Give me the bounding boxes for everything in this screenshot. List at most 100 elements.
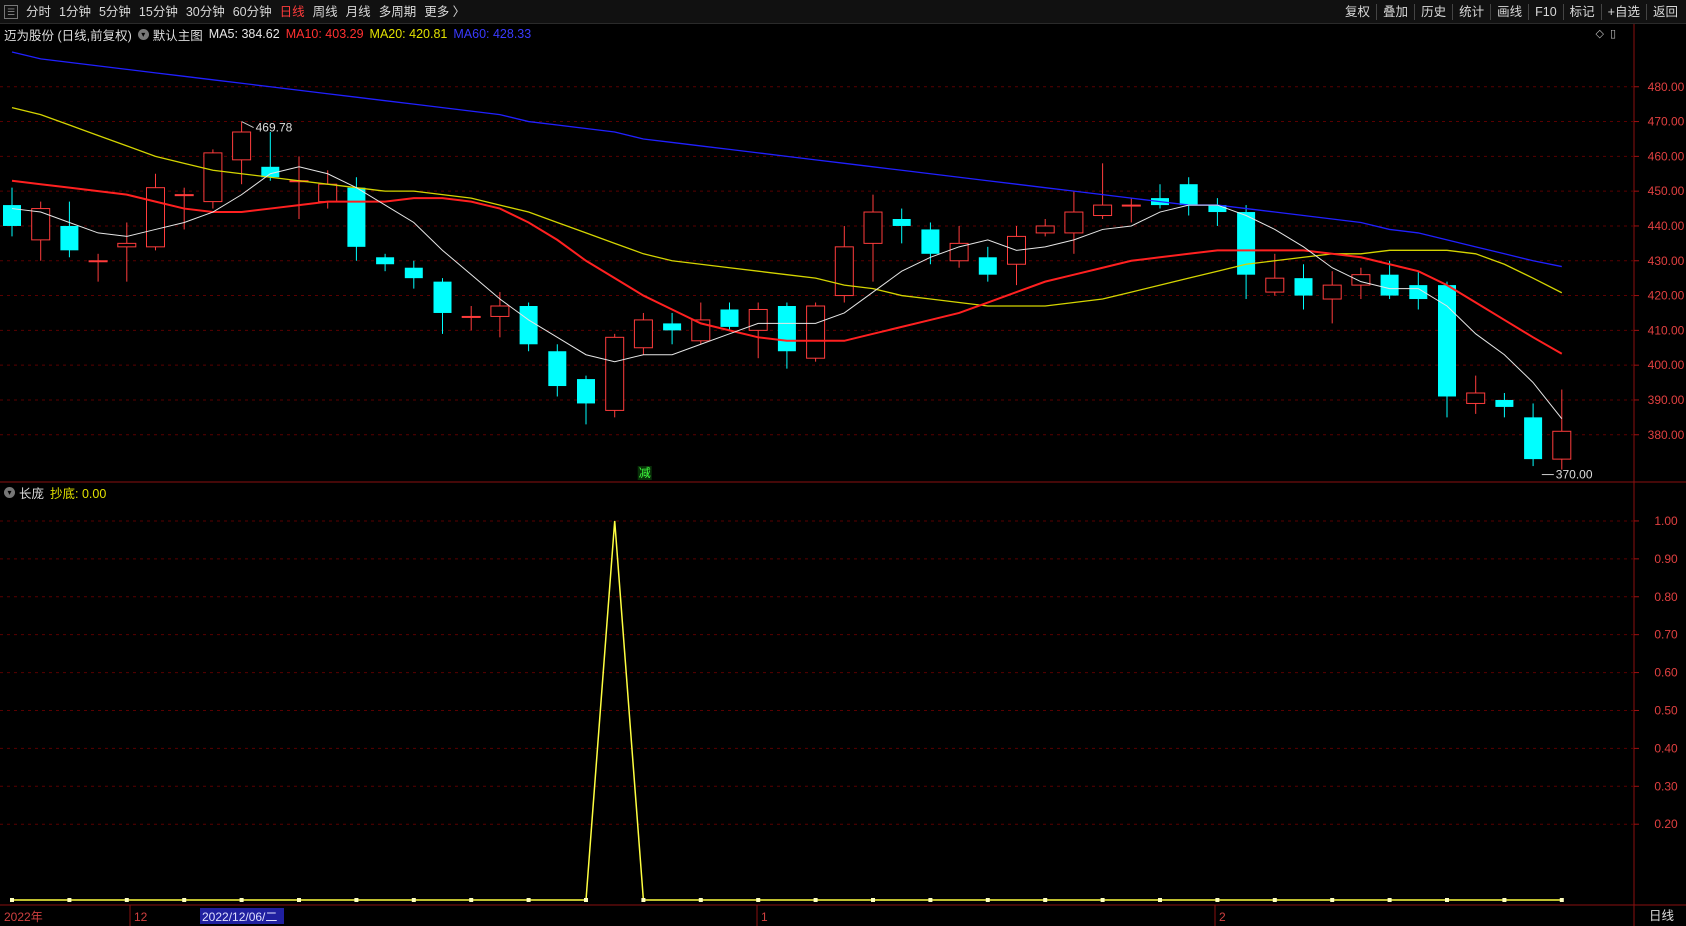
period-tab[interactable]: 1分钟 — [55, 0, 95, 24]
divider — [1562, 4, 1564, 20]
price-tick-label: 450.00 — [1648, 184, 1685, 198]
tool-button[interactable]: F10 — [1531, 0, 1561, 24]
divider — [1490, 4, 1492, 20]
indicator-dot — [239, 898, 244, 902]
indicator-dot — [182, 898, 187, 902]
candle-up — [949, 242, 969, 262]
time-axis-label: 2022年 — [4, 910, 43, 924]
indicator-dot — [641, 898, 646, 902]
tool-button[interactable]: 返回 — [1649, 0, 1682, 24]
menu-icon[interactable]: ☰ — [4, 5, 18, 19]
indicator-tick-label: 0.30 — [1654, 779, 1678, 793]
indicator-dot — [1215, 898, 1220, 902]
ma5-value: MA5: 384.62 — [208, 27, 280, 41]
indicator-dot — [1272, 898, 1277, 902]
indicator-tick-label: 0.50 — [1654, 703, 1678, 717]
high-annotation: 469.78 — [256, 121, 293, 135]
candle-down — [1524, 417, 1543, 460]
signal-label: 减 — [639, 466, 651, 480]
tool-button[interactable]: 画线 — [1493, 0, 1526, 24]
chevron-down-icon[interactable]: ▾ — [137, 28, 149, 40]
diamond-icon[interactable]: ◇ — [1595, 27, 1603, 40]
indicator-tick-label: 0.90 — [1654, 552, 1678, 566]
chevron-down-icon[interactable]: ▾ — [4, 486, 15, 498]
indicator-dot — [813, 898, 818, 902]
candle-up — [863, 211, 883, 244]
indicator-dot — [469, 898, 474, 902]
period-tab[interactable]: 30分钟 — [182, 0, 229, 24]
candle-up — [1552, 430, 1572, 460]
candle-up — [1064, 211, 1084, 234]
candle-up — [806, 305, 826, 359]
period-tab[interactable]: 5分钟 — [95, 0, 135, 24]
tool-button[interactable]: 叠加 — [1379, 0, 1412, 24]
tool-button[interactable]: 历史 — [1417, 0, 1450, 24]
candle-up — [232, 131, 252, 161]
indicator-dot — [1043, 898, 1048, 902]
panel-controls: ◇ ▯ — [1595, 27, 1616, 40]
indicator-dot — [1445, 898, 1449, 902]
tool-button[interactable]: 统计 — [1455, 0, 1488, 24]
time-axis-label: 1 — [761, 910, 768, 924]
indicator-dot — [1330, 898, 1335, 902]
ma-info-bar: 迈为股份 (日线,前复权) ▾ 默认主图 MA5: 384.62 MA10: 4… — [0, 25, 537, 43]
candle-down — [777, 306, 796, 352]
candle-up — [1121, 204, 1141, 207]
period-tab[interactable]: 周线 — [309, 0, 342, 24]
divider — [1414, 4, 1416, 20]
period-tabs: ☰ 分时 1分钟 5分钟 15分钟 30分钟 60分钟 日线 周线 月线 多周期 更多 〉 — [4, 0, 469, 24]
main-chart-label[interactable]: 默认主图 — [153, 25, 203, 44]
candle-down — [892, 219, 911, 226]
time-axis-label: 12 — [134, 910, 148, 924]
divider — [1376, 4, 1378, 20]
price-tick-label: 460.00 — [1648, 149, 1685, 163]
candle-up — [117, 242, 137, 248]
indicator-name[interactable]: 长庞 — [19, 483, 44, 502]
indicator-dot — [1502, 898, 1507, 902]
divider — [1645, 4, 1647, 20]
candle-up — [88, 260, 108, 263]
period-tab[interactable]: 15分钟 — [135, 0, 182, 24]
candle-up — [1265, 277, 1285, 293]
tool-button[interactable]: 标记 — [1566, 0, 1599, 24]
divider — [1528, 4, 1530, 20]
candle-up — [490, 305, 510, 317]
period-label[interactable]: 日线 — [1649, 905, 1674, 924]
maximize-icon[interactable]: ▯ — [1610, 27, 1616, 40]
time-axis-label: 2 — [1219, 910, 1226, 924]
tool-button[interactable]: +自选 — [1604, 0, 1644, 24]
period-tab[interactable]: 分时 — [22, 0, 55, 24]
price-tick-label: 380.00 — [1648, 428, 1685, 442]
period-tab[interactable]: 月线 — [342, 0, 375, 24]
period-tab[interactable]: 60分钟 — [229, 0, 276, 24]
divider — [1452, 4, 1454, 20]
candle-down — [376, 257, 395, 265]
candle-up — [318, 183, 338, 203]
period-tab[interactable]: 更多 〉 — [420, 0, 469, 24]
tool-button[interactable]: 复权 — [1341, 0, 1374, 24]
candle-up — [633, 319, 653, 349]
candle-down — [720, 309, 739, 327]
indicator-dot — [756, 898, 761, 902]
period-tab[interactable]: 多周期 — [375, 0, 421, 24]
price-tick-label: 420.00 — [1648, 289, 1685, 303]
candle-up — [203, 152, 223, 203]
indicator-dot — [10, 898, 14, 902]
price-tick-label: 440.00 — [1648, 219, 1685, 233]
time-axis-label: 2022/12/06/二 — [202, 910, 277, 924]
indicator-dot — [526, 898, 531, 902]
period-tab[interactable]: 日线 — [276, 0, 309, 24]
indicator-dot — [1387, 898, 1392, 902]
candle-down — [3, 205, 21, 226]
tool-buttons: 复权 叠加 历史 统计 画线 F10 标记 +自选 返回 — [1341, 0, 1682, 24]
candle-down — [404, 267, 423, 279]
indicator-dot — [124, 898, 129, 902]
indicator-dot — [354, 898, 359, 902]
high-pointer — [241, 121, 254, 129]
kline-chart-canvas[interactable]: 480.00 470.00 460.00 450.00 440.00 430.00 420.… — [0, 0, 1686, 926]
indicator-tick-label: 0.70 — [1654, 628, 1678, 642]
candle-down — [519, 306, 538, 345]
candle-down — [1380, 274, 1399, 296]
indicator-dot — [67, 898, 72, 902]
candle-down — [1179, 184, 1198, 206]
